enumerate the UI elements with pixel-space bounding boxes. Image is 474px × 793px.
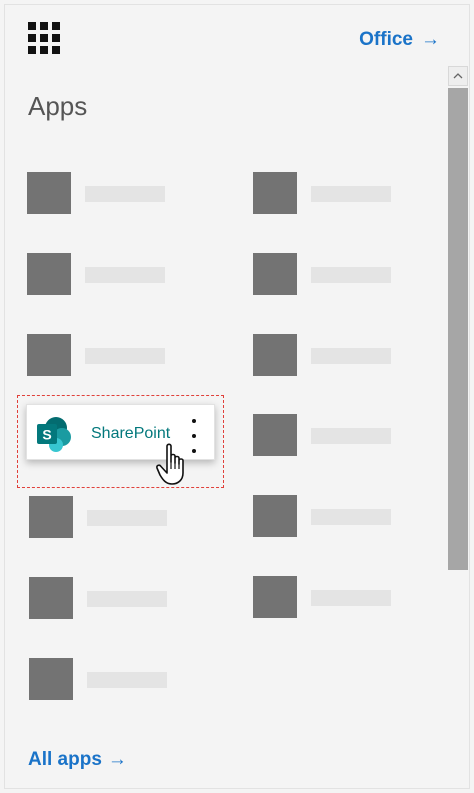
app-placeholder-label — [311, 509, 391, 525]
app-placeholder-label — [85, 267, 165, 283]
app-placeholder-tile — [27, 172, 71, 214]
app-placeholder-label — [87, 510, 167, 526]
app-placeholder-label — [87, 591, 167, 607]
scroll-up-button[interactable] — [448, 66, 468, 86]
scroll-up-icon — [453, 73, 463, 79]
app-placeholder-tile — [253, 576, 297, 618]
app-placeholder-label — [311, 348, 391, 364]
app-placeholder-tile — [253, 172, 297, 214]
app-placeholder-tile — [29, 496, 73, 538]
scrollbar-thumb[interactable] — [448, 88, 468, 570]
arrow-right-icon: → — [421, 29, 440, 50]
sharepoint-icon: S — [37, 417, 71, 452]
app-placeholder-label — [311, 267, 391, 283]
apps-heading: Apps — [28, 91, 88, 121]
app-launcher-icon[interactable] — [28, 22, 62, 56]
app-placeholder-label — [311, 428, 391, 444]
sharepoint-logo-letter: S — [42, 427, 51, 443]
sharepoint-label: SharePoint — [91, 425, 171, 442]
app-placeholder-tile — [253, 495, 297, 537]
app-placeholder-label — [85, 348, 165, 364]
app-placeholder-label — [85, 186, 165, 202]
app-placeholder-label — [87, 672, 167, 688]
office-link[interactable]: Office → — [359, 29, 440, 51]
all-apps-link[interactable]: All apps → — [28, 749, 127, 771]
app-placeholder-tile — [29, 577, 73, 619]
app-placeholder-tile — [27, 253, 71, 295]
app-placeholder-tile — [253, 253, 297, 295]
all-apps-label: All apps — [28, 749, 102, 770]
app-placeholder-tile — [27, 334, 71, 376]
app-placeholder-tile — [253, 334, 297, 376]
app-placeholder-tile — [29, 658, 73, 700]
arrow-right-icon: → — [107, 749, 127, 770]
app-placeholder-label — [311, 186, 391, 202]
app-placeholder-label — [311, 590, 391, 606]
hand-cursor-icon — [156, 443, 184, 485]
office-link-label: Office — [359, 29, 413, 50]
app-placeholder-tile — [253, 414, 297, 456]
